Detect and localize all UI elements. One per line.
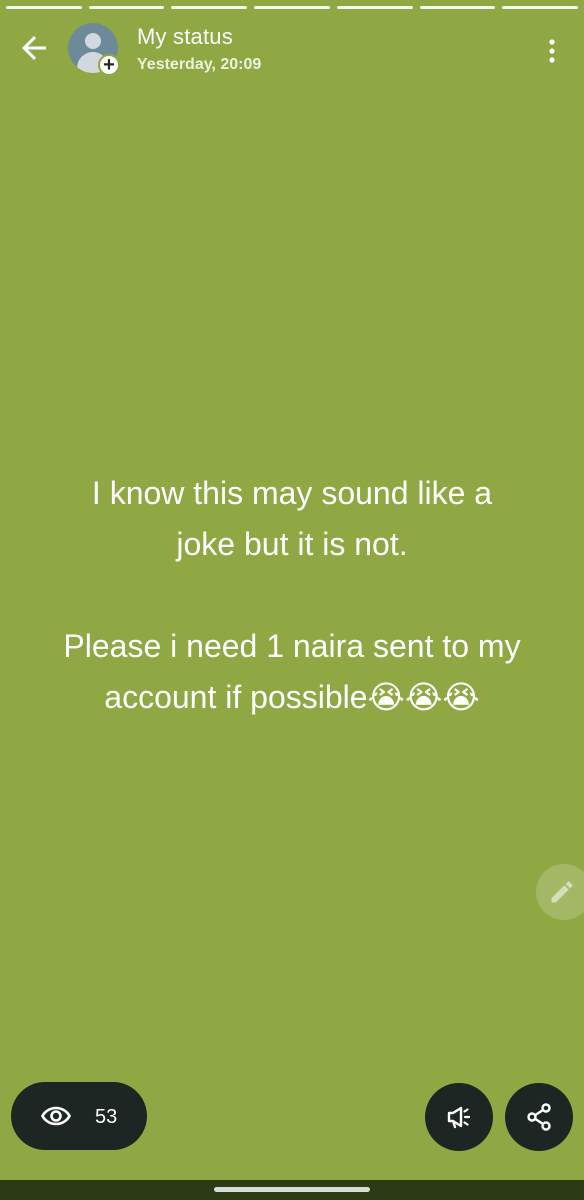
progress-segment <box>6 6 82 9</box>
promote-button[interactable] <box>425 1083 493 1151</box>
edit-button[interactable] <box>536 864 584 920</box>
status-header: + My status Yesterday, 20:09 <box>0 20 584 80</box>
system-navigation-bar <box>0 1180 584 1200</box>
plus-icon: + <box>103 54 115 76</box>
more-options-button[interactable] <box>540 36 564 66</box>
status-timestamp: Yesterday, 20:09 <box>137 56 262 73</box>
share-icon <box>527 1103 551 1131</box>
pencil-icon <box>551 881 573 903</box>
page-title: My status <box>137 24 233 49</box>
progress-segment <box>419 6 496 9</box>
home-gesture-handle[interactable] <box>214 1187 370 1192</box>
progress-segment <box>88 6 165 9</box>
views-count: 53 <box>95 1106 118 1128</box>
progress-segment <box>254 6 330 9</box>
arrow-left-icon <box>22 36 46 60</box>
more-vertical-icon <box>549 39 555 63</box>
status-progress-bar <box>6 6 579 9</box>
progress-segment <box>502 6 579 9</box>
add-status-button[interactable]: + <box>98 54 120 76</box>
back-button[interactable] <box>16 30 52 66</box>
progress-segment <box>336 6 413 9</box>
progress-segment <box>171 6 248 9</box>
eye-icon <box>41 1106 71 1126</box>
profile-avatar-icon <box>85 33 101 49</box>
status-text: I know this may sound like a joke but it… <box>63 475 521 715</box>
megaphone-icon <box>447 1106 471 1129</box>
views-button[interactable]: 53 <box>11 1082 147 1150</box>
share-button[interactable] <box>505 1083 573 1151</box>
